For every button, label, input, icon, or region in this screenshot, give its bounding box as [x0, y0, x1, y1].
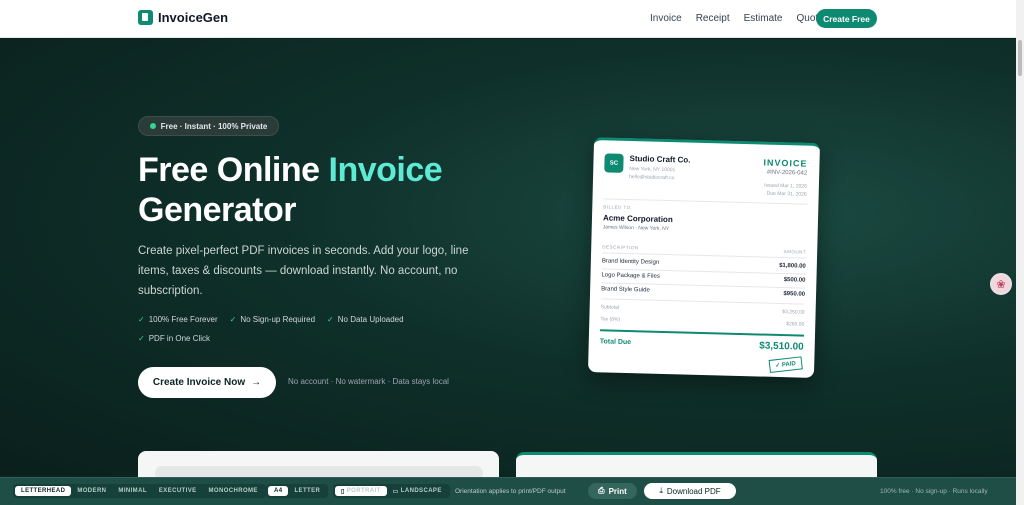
paper-a4[interactable]: A4	[268, 486, 289, 496]
invoice-preview-card: SC Studio Craft Co. New York, NY 10001 h…	[587, 137, 821, 378]
create-invoice-button[interactable]: Create Invoice Now →	[138, 367, 276, 398]
download-pdf-button[interactable]: ⤓ Download PDF	[644, 483, 736, 499]
orientation-note: Orientation applies to print/PDF output	[455, 488, 566, 495]
nav-item-invoice[interactable]: Invoice	[650, 13, 682, 24]
paper-letter[interactable]: LETTER	[288, 486, 326, 496]
line-item: Logo Package & Files $500.00	[601, 272, 806, 284]
hero-title-post: Generator	[138, 191, 297, 229]
download-icon: ⤓	[659, 486, 663, 495]
client-name: Acme Corporation	[602, 213, 673, 225]
feature-item: ✓ No Data Uploaded	[327, 315, 404, 324]
check-icon: ✓	[138, 334, 145, 343]
orientation-selector: ▯ PORTRAIT ▭ LANDSCAPE	[333, 484, 450, 498]
brand-logo[interactable]: InvoiceGen	[138, 10, 228, 25]
top-navbar: InvoiceGen Invoice Receipt Estimate Quot…	[0, 0, 1016, 38]
hero-badge-text: Free · Instant · 100% Private	[160, 121, 268, 131]
create-invoice-label: Create Invoice Now	[152, 377, 246, 388]
company-name: Studio Craft Co.	[629, 154, 691, 165]
feature-item: ✓ PDF in One Click	[138, 334, 211, 343]
scrollbar-thumb[interactable]	[1018, 40, 1022, 76]
toolbar-status-note: 100% free · No sign-up · Runs locally	[880, 488, 988, 495]
divider	[603, 198, 808, 205]
create-free-button[interactable]: Create Free	[816, 9, 877, 28]
hero-title: Free Online Invoice Generator	[138, 150, 538, 230]
main-nav: Invoice Receipt Estimate Quote	[650, 13, 824, 24]
cta-note: No account · No watermark · Data stays l…	[288, 377, 449, 386]
check-icon: ✓	[138, 315, 145, 324]
client-details: James Wilson · New York, NY	[602, 224, 670, 233]
total-divider	[600, 329, 805, 337]
divider	[600, 298, 805, 305]
billed-to-label: BILLED TO	[603, 204, 631, 211]
arrow-right-icon: →	[251, 377, 262, 388]
template-executive[interactable]: EXECUTIVE	[153, 486, 203, 496]
feature-item: ✓ 100% Free Forever	[138, 315, 218, 324]
feature-item: ✓ No Sign-up Required	[229, 315, 316, 324]
paid-stamp: ✓ PAID	[768, 356, 803, 373]
hero-title-pre: Free Online	[138, 151, 329, 189]
status-dot-icon	[149, 123, 156, 129]
feature-list: ✓ 100% Free Forever ✓ No Sign-up Required …	[138, 315, 438, 343]
template-monochrome[interactable]: MONOCHROME	[203, 486, 264, 496]
floating-widget-button[interactable]: ❀	[990, 273, 1012, 295]
line-item: Brand Style Guide $950.00	[601, 286, 806, 298]
template-selector: LETTERHEAD MODERN MINIMAL EXECUTIVE MONO…	[13, 484, 266, 498]
template-modern[interactable]: MODERN	[71, 486, 112, 496]
print-button[interactable]: ⎙ Print	[588, 483, 637, 499]
company-logo: SC	[604, 153, 624, 173]
tax-row: Tax (8%) $260.00	[600, 316, 805, 328]
paper-size-selector: A4 LETTER	[266, 484, 329, 498]
invoice-dates: Issued Mar 1, 2026 Due Mar 31, 2026	[764, 182, 807, 198]
subtotal-row: Subtotal $3,250.00	[600, 304, 805, 316]
template-minimal[interactable]: MINIMAL	[112, 486, 152, 496]
check-icon: ✓	[229, 315, 237, 324]
hero-badge: Free · Instant · 100% Private	[138, 116, 279, 136]
company-details: New York, NY 10001 hello@studiocraft.co	[629, 166, 676, 182]
total-row: Total Due $3,510.00	[599, 338, 804, 353]
brand-name: InvoiceGen	[158, 10, 229, 25]
template-letterhead[interactable]: LETTERHEAD	[15, 486, 72, 496]
line-item: Brand Identity Design $1,800.00	[601, 258, 806, 270]
hero-description: Create pixel-perfect PDF invoices in sec…	[138, 245, 469, 297]
printer-icon: ⎙	[598, 486, 605, 495]
nav-item-receipt[interactable]: Receipt	[696, 13, 730, 24]
nav-item-estimate[interactable]: Estimate	[744, 13, 783, 24]
invoice-number: #INV-2026-042	[766, 169, 808, 177]
invoice-title: INVOICE	[763, 157, 808, 169]
invoice-logo-icon	[138, 10, 153, 25]
check-icon: ✓	[327, 315, 334, 324]
orientation-portrait[interactable]: ▯ PORTRAIT	[335, 486, 387, 496]
widget-icon: ❀	[996, 278, 1006, 291]
orientation-landscape[interactable]: ▭ LANDSCAPE	[387, 486, 448, 496]
hero-title-accent: Invoice	[328, 151, 443, 189]
